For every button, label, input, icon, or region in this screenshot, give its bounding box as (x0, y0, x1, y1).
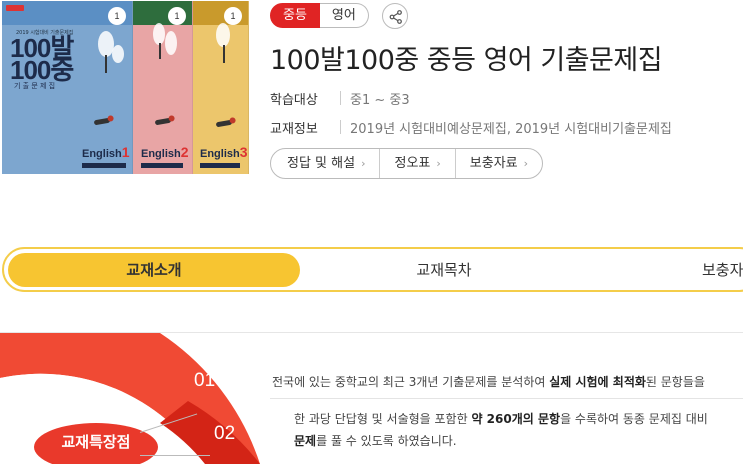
tab-supplements[interactable]: 보충자료 (664, 253, 743, 287)
cover-english-label: English1 (82, 144, 130, 160)
info-row-target: 학습대상 중1 ~ 중3 (270, 89, 410, 108)
answers-button[interactable]: 정답 및 해설 › (271, 149, 379, 178)
book-title: 100발100중 중등 영어 기출문제집 (270, 45, 663, 76)
feature-label-badge: 교재특장점 (34, 423, 158, 464)
share-button[interactable] (382, 3, 408, 29)
feature-number: 02 (214, 423, 236, 444)
supplement-button[interactable]: 보충자료 › (454, 149, 542, 178)
info-row-book: 교재정보 2019년 시험대비예상문제집, 2019년 시험대비기출문제집 (270, 118, 672, 137)
book-cover-vol1: 1 2019 시험대비 기출문제집 100발 100중 기 출 문 제 집 En… (2, 1, 133, 174)
cover-title: 100발 100중 (10, 33, 74, 85)
book-cover-image: 1 English3 1 English2 1 2019 시험대비 기출문제집 … (2, 1, 249, 174)
chevron-right-icon: › (361, 157, 366, 170)
category-tags: 중등 영어 (270, 3, 369, 28)
chevron-right-icon: › (436, 157, 441, 170)
book-cover-vol3: 1 English3 (188, 1, 249, 174)
feature-number: 01 (194, 370, 216, 391)
feature-text-1: 전국에 있는 중학교의 최근 3개년 기출문제를 분석하여 실제 시험에 최적화… (272, 375, 705, 389)
errata-button[interactable]: 정오표 › (379, 149, 454, 178)
resource-buttons: 정답 및 해설 › 정오표 › 보충자료 › (270, 148, 544, 179)
cover-english-label: English2 (141, 144, 189, 160)
vol-badge: 1 (224, 7, 242, 25)
tab-contents[interactable]: 교재목차 (364, 253, 524, 287)
book-cover-vol2: 1 English2 (133, 1, 193, 174)
vol-badge: 1 (108, 7, 126, 25)
info-value: 중1 ~ 중3 (350, 93, 410, 108)
feature-text-2: 한 과당 단답형 및 서술형을 포함한 약 260개의 문항을 수록하여 동종 … (294, 412, 708, 426)
tag-english[interactable]: 영어 (319, 3, 369, 28)
info-value: 2019년 시험대비예상문제집, 2019년 시험대비기출문제집 (350, 122, 672, 137)
cover-english-label: English3 (200, 144, 248, 160)
cover-subtitle: 기 출 문 제 집 (14, 82, 56, 90)
info-key: 교재정보 (270, 122, 318, 137)
info-key: 학습대상 (270, 93, 318, 108)
share-icon (389, 10, 402, 24)
chevron-right-icon: › (523, 157, 529, 170)
tag-middle-school[interactable]: 중등 (270, 3, 320, 28)
vol-badge: 1 (168, 7, 186, 25)
feature-text-2-line2: 문제를 풀 수 있도록 하였습니다. (294, 434, 457, 448)
tab-introduction[interactable]: 교재소개 (8, 253, 300, 287)
content-tabs: 교재소개 교재목차 보충자료 (2, 247, 743, 292)
